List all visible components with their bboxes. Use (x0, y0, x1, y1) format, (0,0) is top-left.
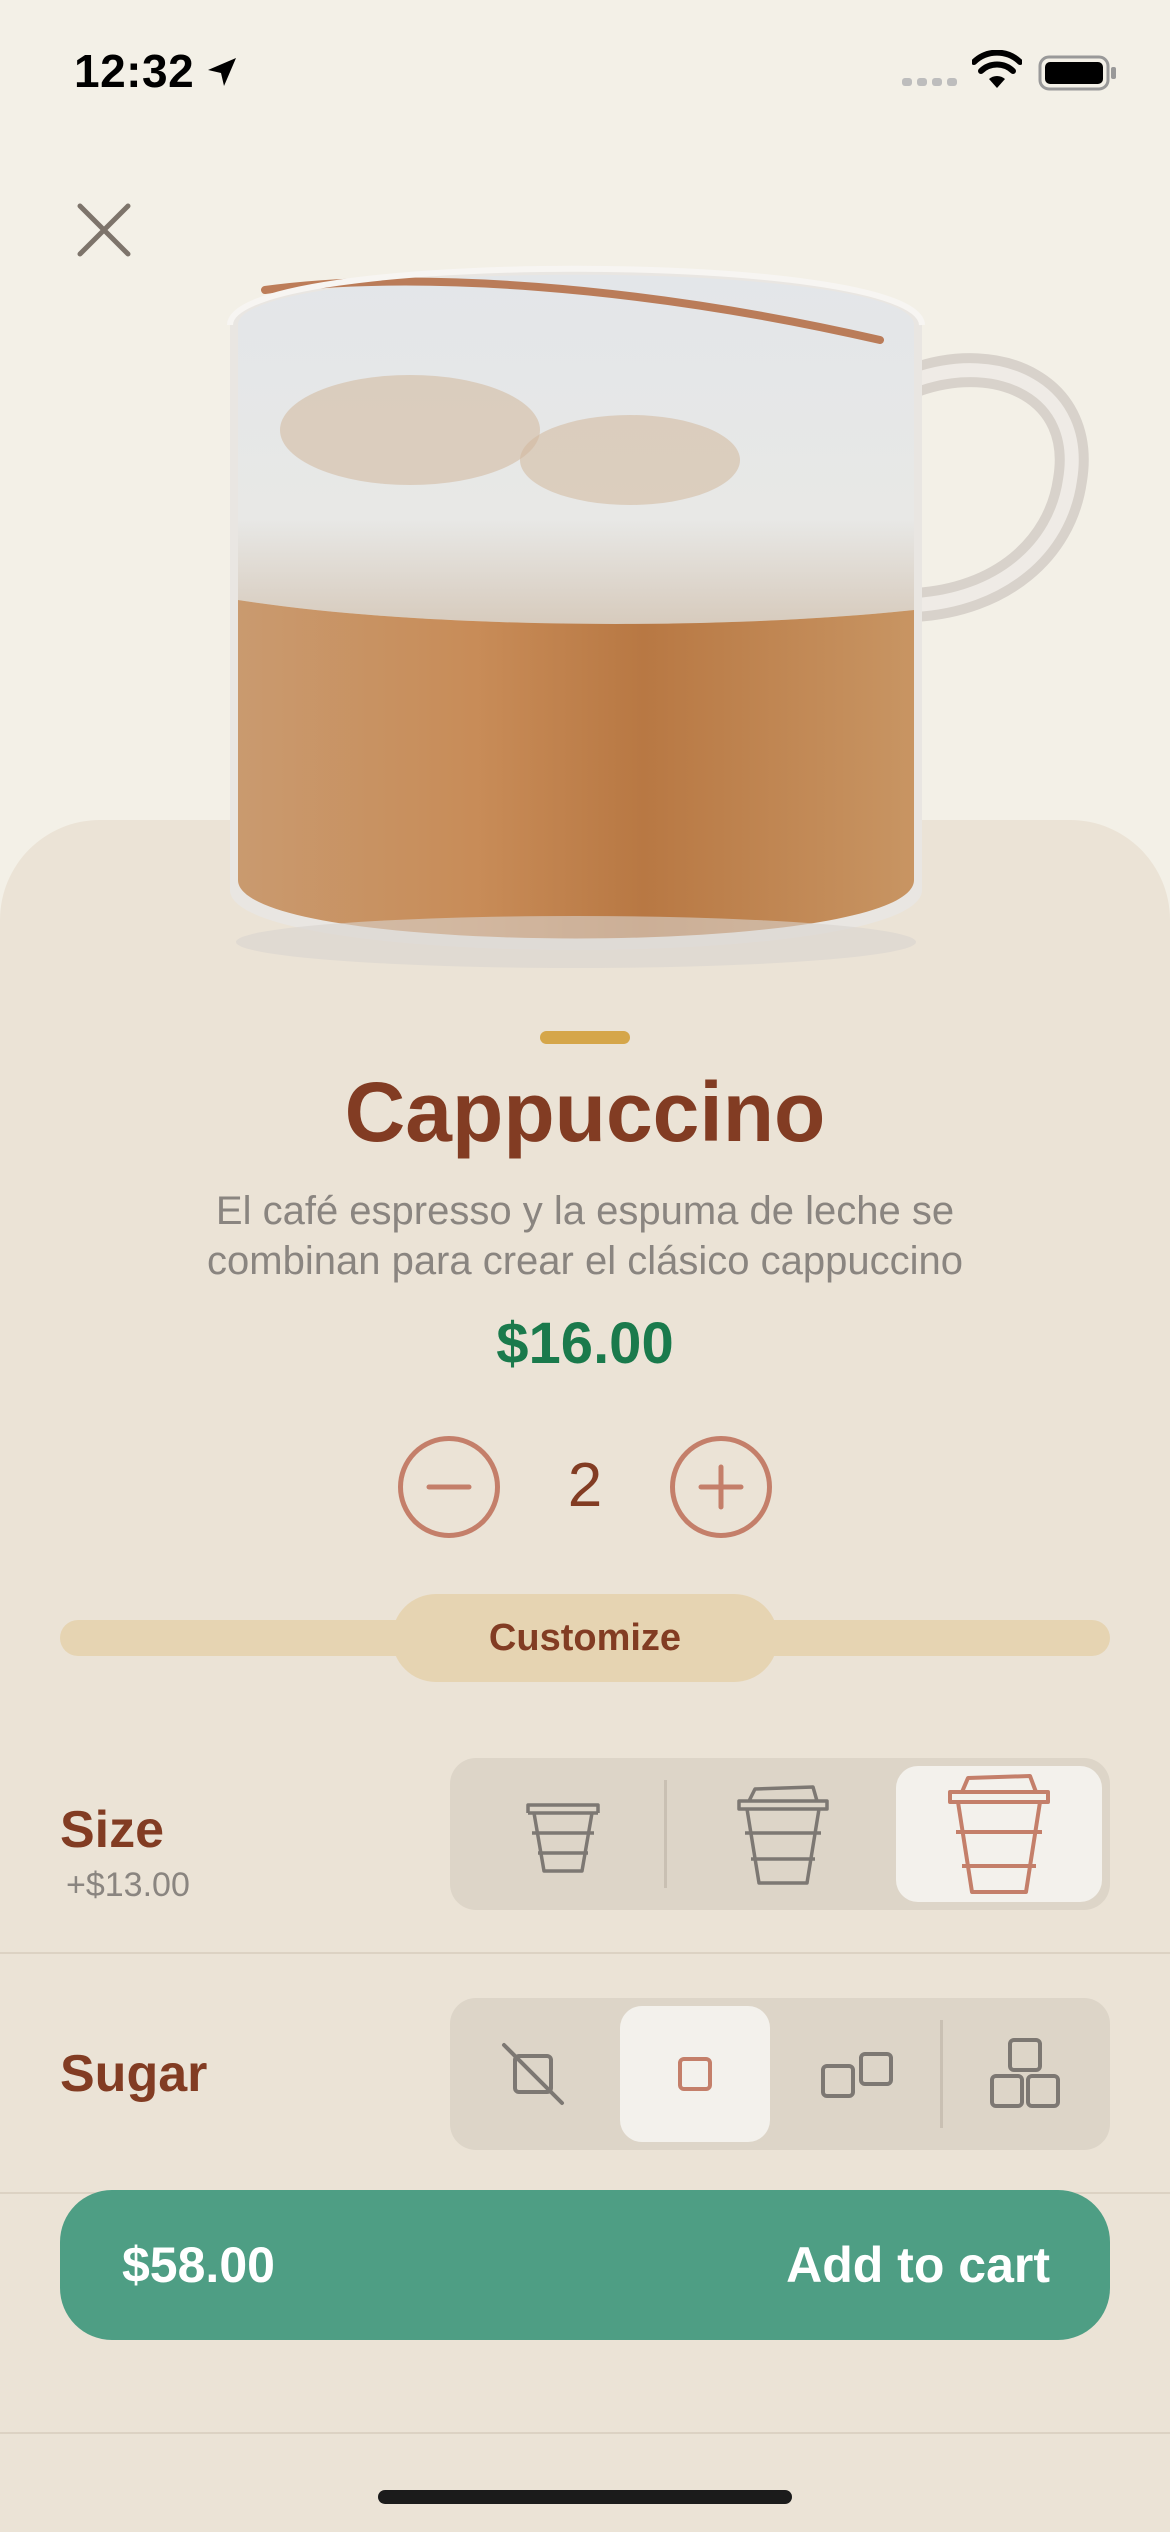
plus-icon (698, 1464, 744, 1510)
medium-cup-icon (737, 1785, 829, 1885)
sugar-option-three[interactable] (950, 2006, 1102, 2142)
battery-icon (1038, 55, 1116, 91)
size-label: Size (60, 1801, 165, 1859)
add-to-cart-button[interactable]: $58.00 Add to cart (60, 2190, 1110, 2340)
cart-total: $58.00 (122, 2237, 275, 2293)
size-separator (664, 1780, 667, 1888)
sugar-option-one[interactable] (620, 2006, 770, 2142)
large-cup-icon (948, 1774, 1050, 1894)
one-sugar-cube-icon (678, 2057, 712, 2091)
two-sugar-cubes-icon (821, 2052, 893, 2098)
minus-icon (426, 1484, 472, 1490)
status-time: 12:32 (74, 45, 195, 97)
bottom-divider (0, 2432, 1170, 2434)
add-to-cart-label: Add to cart (786, 2237, 1050, 2293)
product-price: $16.00 (496, 1311, 674, 1376)
size-selector (450, 1758, 1110, 1910)
status-bar: 12:32 (0, 0, 1170, 140)
size-extra-price: +$13.00 (66, 1866, 190, 1904)
size-option-medium[interactable] (678, 1766, 888, 1902)
cappuccino-cup-image (227, 265, 1089, 968)
three-sugar-cubes-icon (990, 2038, 1060, 2108)
sugar-separator (940, 2020, 943, 2128)
options-divider (0, 1952, 1170, 1954)
size-option-small[interactable] (458, 1766, 668, 1902)
small-cup-icon (526, 1803, 600, 1873)
product-description: El café espresso y la espuma de leche se… (207, 1189, 963, 1283)
increase-quantity-button[interactable] (670, 1436, 772, 1538)
sugar-option-none[interactable] (458, 2006, 608, 2142)
size-option-large[interactable] (896, 1766, 1102, 1902)
wifi-icon (972, 50, 1022, 88)
sugar-label: Sugar (60, 2045, 208, 2103)
product-name: Cappuccino (344, 1065, 826, 1159)
quantity-value: 2 (567, 1451, 603, 1520)
home-indicator[interactable] (378, 2490, 792, 2504)
decrease-quantity-button[interactable] (398, 1436, 500, 1538)
no-sugar-icon (502, 2043, 564, 2105)
sugar-option-two[interactable] (782, 2006, 932, 2142)
sugar-selector (450, 1998, 1110, 2150)
signal-icon (902, 78, 957, 86)
customize-button[interactable]: Customize (392, 1594, 778, 1682)
close-icon[interactable] (64, 190, 144, 270)
sheet-handle[interactable] (540, 1031, 630, 1044)
location-arrow-icon (208, 58, 236, 86)
